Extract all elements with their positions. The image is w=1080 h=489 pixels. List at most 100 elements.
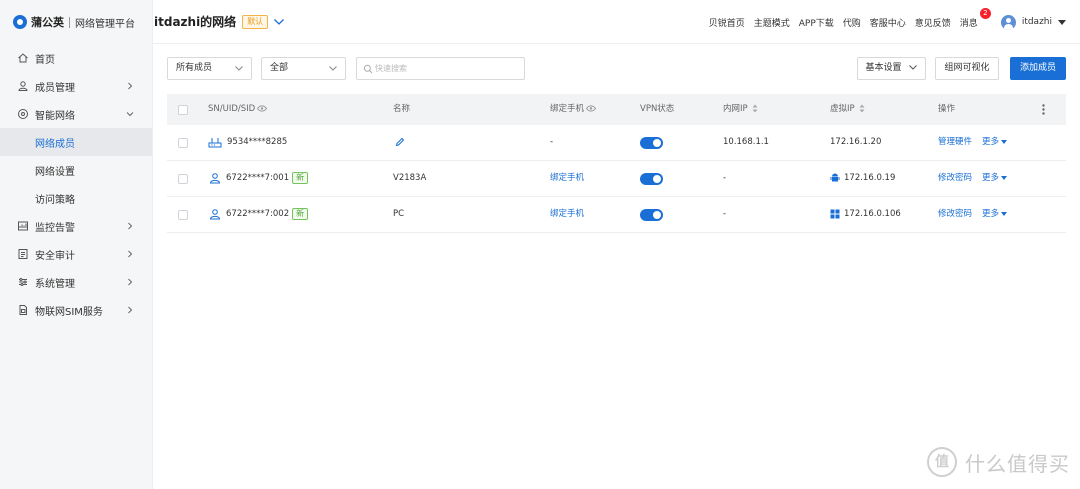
link-feedback[interactable]: 意见反馈 — [915, 16, 951, 29]
username: itdazhi — [1021, 17, 1052, 27]
vpn-toggle[interactable] — [640, 173, 663, 185]
device-id: 6722****7:001 — [226, 173, 290, 183]
sort-icon — [859, 104, 865, 113]
sidebar-item-label: 物联网SIM服务 — [35, 306, 103, 318]
caret-down-icon — [1001, 211, 1008, 216]
type-filter-value: 全部 — [270, 63, 289, 73]
vpn-toggle[interactable] — [640, 137, 663, 149]
edit-icon[interactable] — [395, 137, 405, 147]
chevron-right-icon — [128, 278, 133, 286]
virtual-ip-value: 172.16.0.19 — [844, 173, 896, 183]
user-menu[interactable]: itdazhi — [1000, 14, 1066, 30]
column-lan-ip[interactable]: 内网IP — [723, 94, 758, 125]
sidebar-item-monitoring[interactable]: 监控告警 — [0, 212, 152, 240]
chevron-right-icon — [128, 82, 133, 90]
search-input[interactable] — [375, 61, 515, 76]
table-row: 6722****7:002 新 PC 绑定手机 - 172.16.0.106 修改… — [167, 197, 1066, 233]
user-icon — [209, 208, 221, 219]
sidebar-item-access-policy[interactable]: 访问策略 — [0, 184, 152, 212]
cell-sn: 9534****8285 — [208, 125, 287, 160]
chevron-down-icon — [235, 66, 243, 71]
manage-hardware-link[interactable]: 管理硬件 — [938, 125, 972, 160]
more-dropdown[interactable]: 更多 — [982, 161, 1008, 196]
link-oray-home[interactable]: 贝锐首页 — [709, 16, 745, 29]
bind-phone-link[interactable]: 绑定手机 — [550, 161, 584, 196]
select-all-checkbox[interactable] — [178, 105, 188, 115]
windows-icon — [830, 209, 840, 218]
link-theme-mode[interactable]: 主题模式 — [754, 16, 790, 29]
basic-settings-button[interactable]: 基本设置 — [857, 57, 926, 80]
sidebar-item-home[interactable]: 首页 — [0, 44, 152, 72]
members-table: SN/UID/SID 名称 绑定手机 VPN状态 内网IP 虚拟IP 操作 95… — [167, 94, 1066, 233]
network-visualize-button[interactable]: 组网可视化 — [935, 57, 999, 80]
basic-settings-label: 基本设置 — [865, 63, 902, 73]
user-icon — [17, 80, 29, 92]
router-icon — [208, 137, 222, 147]
chevron-right-icon — [128, 222, 133, 230]
sidebar-item-security-audit[interactable]: 安全审计 — [0, 240, 152, 268]
eye-icon[interactable] — [257, 105, 268, 112]
sidebar-nav: 首页 成员管理 智能网络 网络成员 网络设置 访问策略 监控告警 安全审计 系统… — [0, 44, 152, 324]
network-visualize-label: 组网可视化 — [944, 63, 990, 73]
row-checkbox[interactable] — [178, 174, 188, 184]
sidebar-item-system[interactable]: 系统管理 — [0, 268, 152, 296]
sidebar-item-iot-sim[interactable]: 物联网SIM服务 — [0, 296, 152, 324]
bind-phone-link[interactable]: 绑定手机 — [550, 197, 584, 232]
sidebar-item-label: 成员管理 — [35, 82, 75, 94]
cell-virtual-ip: 172.16.1.20 — [830, 137, 882, 147]
column-virtual-ip[interactable]: 虚拟IP — [830, 94, 865, 125]
top-header: itdazhi的网络 默认 贝锐首页 主题模式 APP下载 代购 客服中心 意见… — [153, 0, 1080, 44]
more-dropdown[interactable]: 更多 — [982, 125, 1008, 160]
chevron-right-icon — [128, 306, 133, 314]
column-lan-ip-label: 内网IP — [723, 104, 748, 114]
sidebar-item-label: 系统管理 — [35, 278, 75, 290]
table-row: 9534****8285 - 10.168.1.1 172.16.1.20 管理… — [167, 125, 1066, 161]
cell-name: V2183A — [393, 173, 427, 183]
cell-lan-ip: - — [723, 173, 727, 183]
type-filter-select[interactable]: 全部 — [261, 57, 346, 80]
brand-divider — [69, 16, 70, 28]
cell-virtual-ip: 172.16.0.19 — [830, 161, 895, 196]
link-purchase[interactable]: 代购 — [843, 16, 861, 29]
sidebar-item-label: 监控告警 — [35, 222, 75, 234]
chevron-down-icon — [329, 66, 337, 71]
sidebar-item-label: 首页 — [35, 54, 55, 66]
vpn-toggle[interactable] — [640, 209, 663, 221]
default-badge: 默认 — [242, 14, 269, 29]
watermark: 值 什么值得买 — [927, 447, 1070, 477]
sidebar-item-label: 访问策略 — [35, 194, 75, 206]
row-checkbox[interactable] — [178, 210, 188, 220]
change-password-link[interactable]: 修改密码 — [938, 197, 972, 232]
row-checkbox[interactable] — [178, 138, 188, 148]
caret-down-icon — [1058, 19, 1066, 25]
messages-button[interactable]: 消息 2 — [960, 7, 991, 29]
column-virtual-ip-label: 虚拟IP — [830, 104, 855, 114]
sidebar: 蒲公英 网络管理平台 首页 成员管理 智能网络 网络成员 网络设置 访问策略 监… — [0, 0, 153, 489]
network-icon — [17, 108, 29, 120]
eye-icon[interactable] — [586, 105, 597, 112]
link-app-download[interactable]: APP下载 — [799, 16, 834, 29]
sim-icon — [17, 304, 29, 316]
sidebar-item-label: 安全审计 — [35, 250, 75, 262]
brand[interactable]: 蒲公英 网络管理平台 — [0, 0, 152, 44]
column-sn-label: SN/UID/SID — [208, 104, 256, 114]
virtual-ip-value: 172.16.0.106 — [844, 209, 901, 219]
member-filter-select[interactable]: 所有成员 — [167, 57, 252, 80]
change-password-link[interactable]: 修改密码 — [938, 161, 972, 196]
sidebar-item-network-settings[interactable]: 网络设置 — [0, 156, 152, 184]
search-icon — [363, 64, 373, 74]
cell-lan-ip: - — [723, 209, 727, 219]
more-dropdown[interactable]: 更多 — [982, 197, 1008, 232]
add-member-button[interactable]: 添加成员 — [1010, 57, 1066, 80]
link-support[interactable]: 客服中心 — [870, 16, 906, 29]
sidebar-item-members[interactable]: 成员管理 — [0, 72, 152, 100]
caret-down-icon — [1001, 139, 1008, 144]
column-phone-label: 绑定手机 — [550, 104, 585, 114]
more-vertical-icon[interactable] — [1042, 104, 1045, 115]
home-icon — [17, 52, 29, 64]
cell-virtual-ip: 172.16.0.106 — [830, 197, 901, 232]
sidebar-item-smart-network[interactable]: 智能网络 — [0, 100, 152, 128]
chevron-down-icon[interactable] — [273, 18, 285, 26]
sidebar-item-network-members[interactable]: 网络成员 — [0, 128, 152, 156]
network-title[interactable]: itdazhi的网络 — [154, 13, 236, 30]
